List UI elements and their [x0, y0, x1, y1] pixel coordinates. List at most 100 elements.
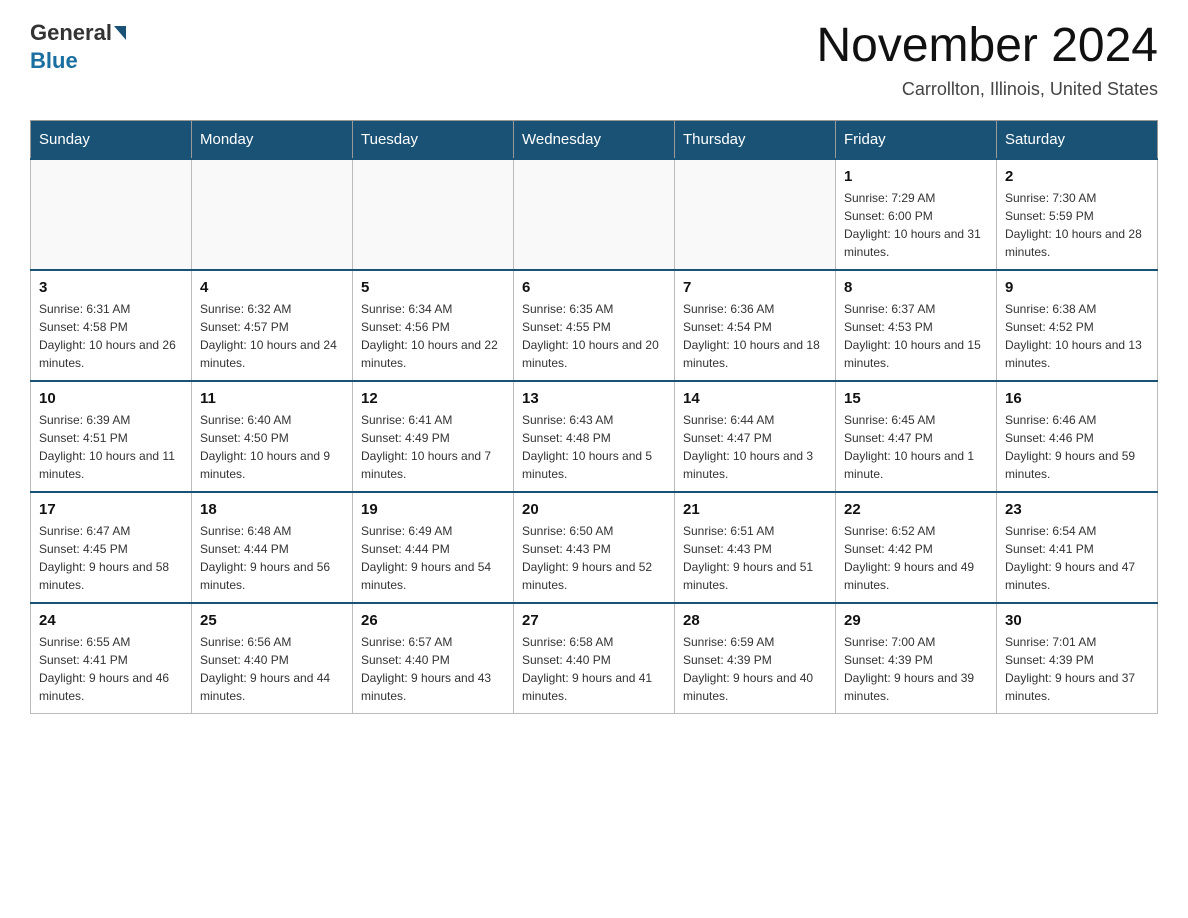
day-cell-25: 25 Sunrise: 6:56 AMSunset: 4:40 PMDayligh… [192, 603, 353, 714]
day-info-26: Sunrise: 6:57 AMSunset: 4:40 PMDaylight:… [361, 633, 505, 705]
page-header: General Blue November 2024 Carrollton, I… [30, 20, 1158, 100]
day-number-18: 18 [200, 501, 344, 518]
header-friday: Friday [836, 120, 997, 159]
day-info-5: Sunrise: 6:34 AMSunset: 4:56 PMDaylight:… [361, 300, 505, 372]
header-sunday: Sunday [31, 120, 192, 159]
day-number-7: 7 [683, 279, 827, 296]
day-cell-20: 20 Sunrise: 6:50 AMSunset: 4:43 PMDayligh… [514, 492, 675, 603]
day-number-14: 14 [683, 390, 827, 407]
header-thursday: Thursday [675, 120, 836, 159]
day-info-19: Sunrise: 6:49 AMSunset: 4:44 PMDaylight:… [361, 522, 505, 594]
day-cell-14: 14 Sunrise: 6:44 AMSunset: 4:47 PMDayligh… [675, 381, 836, 492]
calendar-subtitle: Carrollton, Illinois, United States [816, 79, 1158, 100]
day-info-24: Sunrise: 6:55 AMSunset: 4:41 PMDaylight:… [39, 633, 183, 705]
day-info-17: Sunrise: 6:47 AMSunset: 4:45 PMDaylight:… [39, 522, 183, 594]
day-number-28: 28 [683, 612, 827, 629]
day-cell-8: 8 Sunrise: 6:37 AMSunset: 4:53 PMDaylight… [836, 270, 997, 381]
day-number-30: 30 [1005, 612, 1149, 629]
day-info-9: Sunrise: 6:38 AMSunset: 4:52 PMDaylight:… [1005, 300, 1149, 372]
calendar-title-area: November 2024 Carrollton, Illinois, Unit… [816, 20, 1158, 100]
day-cell-10: 10Sunrise: 6:39 AMSunset: 4:51 PMDayligh… [31, 381, 192, 492]
calendar-table: SundayMondayTuesdayWednesdayThursdayFrid… [30, 120, 1158, 714]
weekday-header-row: SundayMondayTuesdayWednesdayThursdayFrid… [31, 120, 1158, 159]
day-number-3: 3 [39, 279, 183, 296]
day-number-2: 2 [1005, 168, 1149, 185]
day-info-11: Sunrise: 6:40 AMSunset: 4:50 PMDaylight:… [200, 411, 344, 483]
logo: General Blue [30, 20, 128, 74]
day-info-16: Sunrise: 6:46 AMSunset: 4:46 PMDaylight:… [1005, 411, 1149, 483]
day-cell-6: 6 Sunrise: 6:35 AMSunset: 4:55 PMDaylight… [514, 270, 675, 381]
day-cell-empty [31, 159, 192, 270]
week-row-4: 17 Sunrise: 6:47 AMSunset: 4:45 PMDayligh… [31, 492, 1158, 603]
day-cell-26: 26 Sunrise: 6:57 AMSunset: 4:40 PMDayligh… [353, 603, 514, 714]
week-row-1: 1 Sunrise: 7:29 AMSunset: 6:00 PMDaylight… [31, 159, 1158, 270]
day-info-6: Sunrise: 6:35 AMSunset: 4:55 PMDaylight:… [522, 300, 666, 372]
day-cell-12: 12 Sunrise: 6:41 AMSunset: 4:49 PMDayligh… [353, 381, 514, 492]
day-number-26: 26 [361, 612, 505, 629]
calendar-title: November 2024 [816, 20, 1158, 73]
day-number-22: 22 [844, 501, 988, 518]
day-info-13: Sunrise: 6:43 AMSunset: 4:48 PMDaylight:… [522, 411, 666, 483]
day-info-30: Sunrise: 7:01 AMSunset: 4:39 PMDaylight:… [1005, 633, 1149, 705]
day-info-14: Sunrise: 6:44 AMSunset: 4:47 PMDaylight:… [683, 411, 827, 483]
header-tuesday: Tuesday [353, 120, 514, 159]
day-info-27: Sunrise: 6:58 AMSunset: 4:40 PMDaylight:… [522, 633, 666, 705]
day-info-25: Sunrise: 6:56 AMSunset: 4:40 PMDaylight:… [200, 633, 344, 705]
day-number-15: 15 [844, 390, 988, 407]
day-cell-empty [514, 159, 675, 270]
day-number-11: 11 [200, 390, 344, 407]
day-info-7: Sunrise: 6:36 AMSunset: 4:54 PMDaylight:… [683, 300, 827, 372]
day-number-29: 29 [844, 612, 988, 629]
day-number-24: 24 [39, 612, 183, 629]
day-info-18: Sunrise: 6:48 AMSunset: 4:44 PMDaylight:… [200, 522, 344, 594]
day-number-1: 1 [844, 168, 988, 185]
day-cell-13: 13 Sunrise: 6:43 AMSunset: 4:48 PMDayligh… [514, 381, 675, 492]
day-number-4: 4 [200, 279, 344, 296]
header-saturday: Saturday [997, 120, 1158, 159]
day-number-25: 25 [200, 612, 344, 629]
day-cell-5: 5 Sunrise: 6:34 AMSunset: 4:56 PMDaylight… [353, 270, 514, 381]
day-cell-7: 7 Sunrise: 6:36 AMSunset: 4:54 PMDaylight… [675, 270, 836, 381]
day-number-19: 19 [361, 501, 505, 518]
day-number-13: 13 [522, 390, 666, 407]
header-wednesday: Wednesday [514, 120, 675, 159]
week-row-3: 10Sunrise: 6:39 AMSunset: 4:51 PMDayligh… [31, 381, 1158, 492]
day-number-23: 23 [1005, 501, 1149, 518]
day-cell-empty [675, 159, 836, 270]
week-row-5: 24 Sunrise: 6:55 AMSunset: 4:41 PMDayligh… [31, 603, 1158, 714]
day-cell-28: 28 Sunrise: 6:59 AMSunset: 4:39 PMDayligh… [675, 603, 836, 714]
day-info-28: Sunrise: 6:59 AMSunset: 4:39 PMDaylight:… [683, 633, 827, 705]
day-info-3: Sunrise: 6:31 AMSunset: 4:58 PMDaylight:… [39, 300, 183, 372]
day-cell-16: 16Sunrise: 6:46 AMSunset: 4:46 PMDayligh… [997, 381, 1158, 492]
day-number-27: 27 [522, 612, 666, 629]
day-info-22: Sunrise: 6:52 AMSunset: 4:42 PMDaylight:… [844, 522, 988, 594]
day-number-17: 17 [39, 501, 183, 518]
day-info-1: Sunrise: 7:29 AMSunset: 6:00 PMDaylight:… [844, 189, 988, 261]
day-cell-3: 3 Sunrise: 6:31 AMSunset: 4:58 PMDaylight… [31, 270, 192, 381]
day-cell-21: 21Sunrise: 6:51 AMSunset: 4:43 PMDayligh… [675, 492, 836, 603]
day-info-20: Sunrise: 6:50 AMSunset: 4:43 PMDaylight:… [522, 522, 666, 594]
day-cell-29: 29Sunrise: 7:00 AMSunset: 4:39 PMDayligh… [836, 603, 997, 714]
day-cell-17: 17 Sunrise: 6:47 AMSunset: 4:45 PMDayligh… [31, 492, 192, 603]
logo-arrow-icon [114, 26, 126, 40]
logo-blue-text: Blue [30, 48, 78, 73]
day-cell-24: 24 Sunrise: 6:55 AMSunset: 4:41 PMDayligh… [31, 603, 192, 714]
day-cell-empty [192, 159, 353, 270]
day-cell-11: 11 Sunrise: 6:40 AMSunset: 4:50 PMDayligh… [192, 381, 353, 492]
day-number-10: 10 [39, 390, 183, 407]
day-number-20: 20 [522, 501, 666, 518]
day-cell-4: 4Sunrise: 6:32 AMSunset: 4:57 PMDaylight… [192, 270, 353, 381]
day-cell-22: 22 Sunrise: 6:52 AMSunset: 4:42 PMDayligh… [836, 492, 997, 603]
day-cell-15: 15 Sunrise: 6:45 AMSunset: 4:47 PMDayligh… [836, 381, 997, 492]
day-number-9: 9 [1005, 279, 1149, 296]
day-cell-1: 1 Sunrise: 7:29 AMSunset: 6:00 PMDaylight… [836, 159, 997, 270]
day-info-12: Sunrise: 6:41 AMSunset: 4:49 PMDaylight:… [361, 411, 505, 483]
day-number-5: 5 [361, 279, 505, 296]
day-number-12: 12 [361, 390, 505, 407]
day-cell-27: 27 Sunrise: 6:58 AMSunset: 4:40 PMDayligh… [514, 603, 675, 714]
day-info-8: Sunrise: 6:37 AMSunset: 4:53 PMDaylight:… [844, 300, 988, 372]
logo-general-text: General [30, 20, 112, 46]
day-number-8: 8 [844, 279, 988, 296]
day-number-6: 6 [522, 279, 666, 296]
day-info-15: Sunrise: 6:45 AMSunset: 4:47 PMDaylight:… [844, 411, 988, 483]
